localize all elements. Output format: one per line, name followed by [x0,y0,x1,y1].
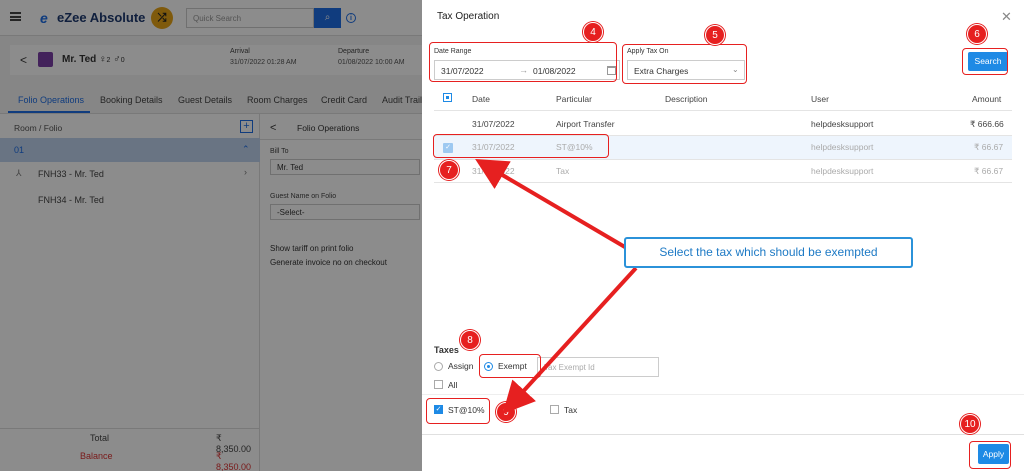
arrow-to-tax-option [502,266,638,414]
arrow-to-row [475,158,632,252]
annotation-callout: Select the tax which should be exempted [624,237,913,268]
annotation-arrows [475,158,638,414]
